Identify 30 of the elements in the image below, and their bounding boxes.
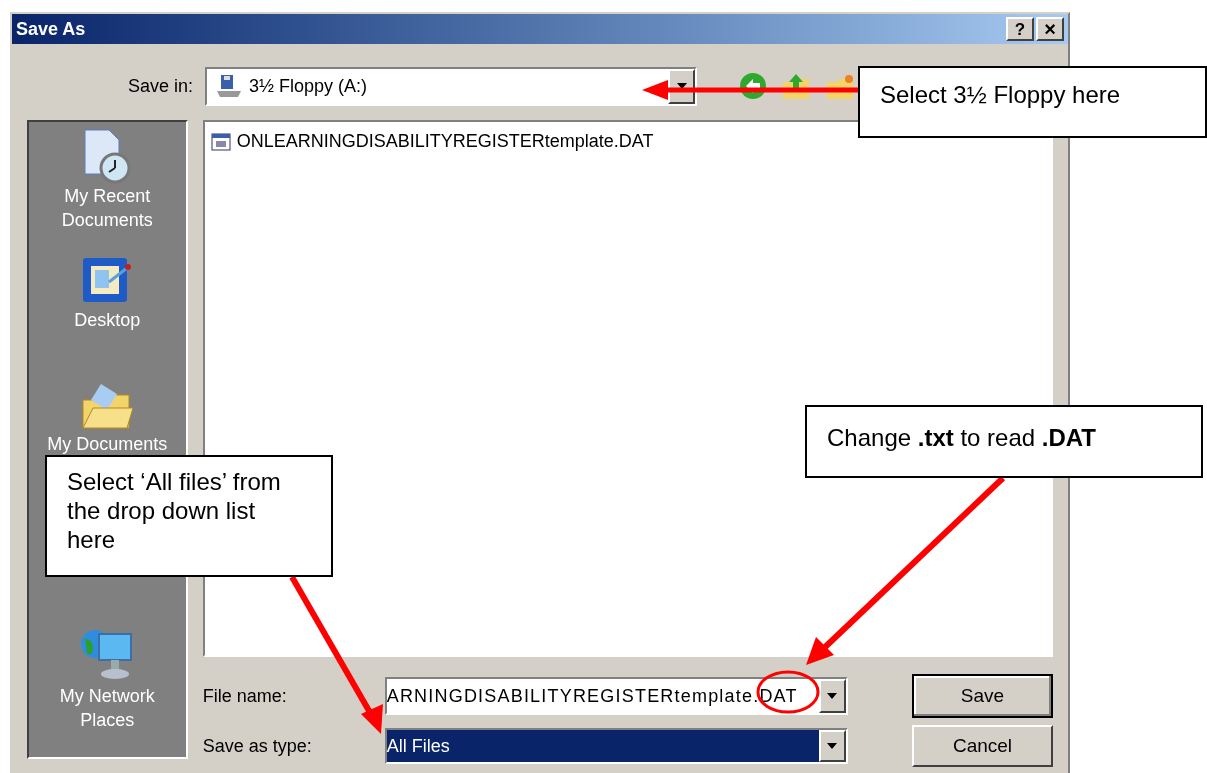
close-button[interactable]: × <box>1036 17 1064 41</box>
help-button[interactable]: ? <box>1006 17 1034 41</box>
floppy-drive-icon <box>215 73 243 99</box>
dropdown-arrow-icon <box>676 83 687 89</box>
place-label[interactable]: My Network Places <box>37 684 178 732</box>
dropdown-button[interactable] <box>818 679 846 713</box>
cancel-button[interactable]: Cancel <box>912 725 1053 767</box>
place-label[interactable]: Desktop <box>37 308 178 332</box>
back-icon[interactable] <box>739 72 767 100</box>
save-as-type-label: Save as type: <box>202 734 313 758</box>
save-in-value: 3½ Floppy (A:) <box>249 74 368 98</box>
callout-text: Select 3½ Floppy here <box>880 81 1121 108</box>
place-label[interactable]: My Recent Documents <box>37 184 178 232</box>
dropdown-button[interactable] <box>818 730 846 762</box>
file-item[interactable]: ONLEARNINGDISABILITYREGISTERtemplate.DAT <box>210 128 1045 155</box>
save-button[interactable]: Save <box>912 674 1053 718</box>
save-as-type-dropdown[interactable]: All Files <box>384 728 848 764</box>
place-label[interactable]: My Documents <box>37 432 178 456</box>
callout-text: Select ‘All files’ from the drop down list here <box>67 468 281 553</box>
file-name-label: File name: <box>202 684 288 708</box>
file-name: ONLEARNINGDISABILITYREGISTERtemplate.DAT <box>236 130 654 153</box>
window-title: Save As <box>16 17 86 41</box>
dropdown-arrow-icon <box>827 693 838 699</box>
file-icon <box>210 131 231 152</box>
callout-text: Change .txt to read .DAT <box>827 424 1097 451</box>
save-as-type-value: All Files <box>386 730 819 762</box>
save-in-dropdown[interactable]: 3½ Floppy (A:) <box>205 66 697 106</box>
dropdown-arrow-icon <box>827 743 838 749</box>
save-in-label: Save in: <box>126 74 193 98</box>
up-folder-icon[interactable] <box>781 72 811 100</box>
